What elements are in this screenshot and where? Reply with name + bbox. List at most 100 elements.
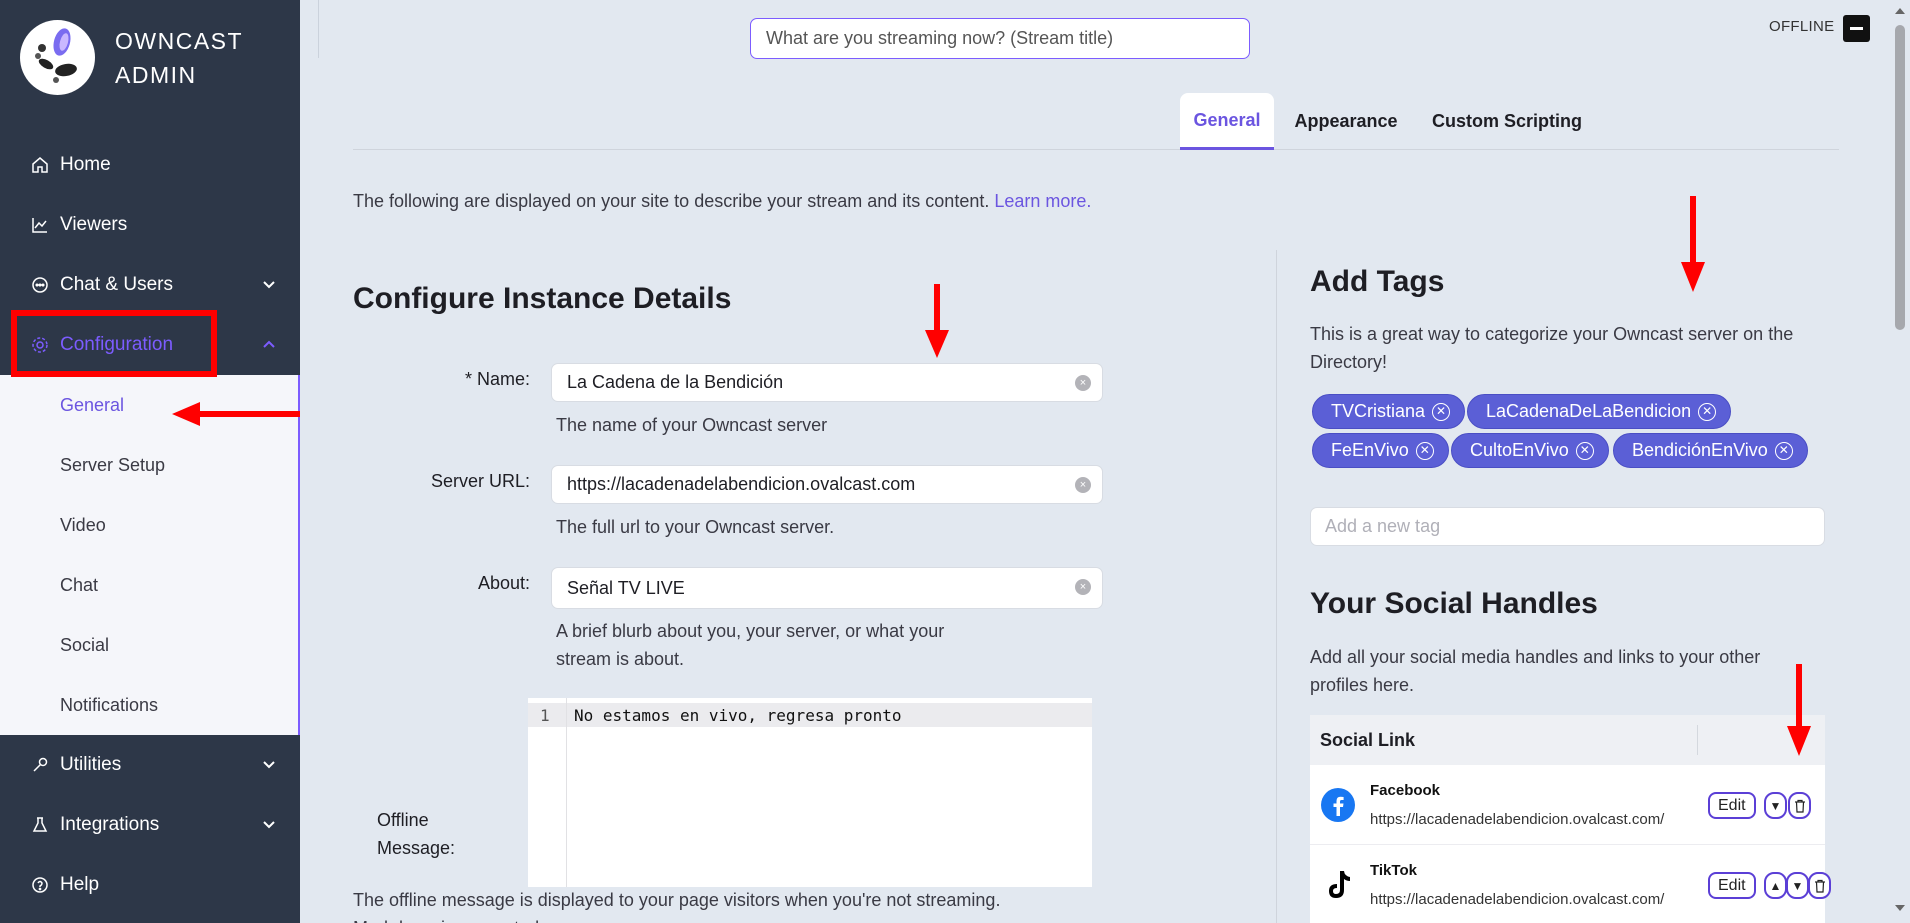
brand-line-1: OWNCAST xyxy=(115,27,244,54)
sidebar-item-chat-users[interactable]: Chat & Users xyxy=(0,255,300,315)
delete-button[interactable] xyxy=(1808,872,1831,899)
tab-appearance[interactable]: Appearance xyxy=(1283,93,1409,150)
scroll-up-icon[interactable] xyxy=(1895,8,1905,14)
move-up-button[interactable]: ▲ xyxy=(1764,872,1787,899)
offline-message-editor[interactable]: 1 No estamos en vivo, regresa pronto xyxy=(528,698,1092,887)
status-toggle-button[interactable] xyxy=(1843,15,1870,42)
submenu-item-social[interactable]: Social xyxy=(0,615,298,675)
sidebar-item-label: Viewers xyxy=(60,214,128,235)
tag-chip[interactable]: BendiciónEnVivo ✕ xyxy=(1613,433,1808,468)
home-icon xyxy=(30,155,50,175)
social-name: Facebook xyxy=(1370,782,1441,799)
sidebar-item-label: Integrations xyxy=(60,814,160,835)
offline-help: The offline message is displayed to your… xyxy=(353,886,1000,923)
clear-icon[interactable]: × xyxy=(1075,579,1091,595)
configuration-submenu: General Server Setup Video Chat Social N… xyxy=(0,375,300,735)
stream-title-input[interactable] xyxy=(750,18,1250,59)
sidebar-item-utilities[interactable]: Utilities xyxy=(0,735,300,795)
tag-label: FeEnVivo xyxy=(1331,440,1409,460)
sidebar-item-label: Help xyxy=(60,874,100,895)
sidebar-item-home[interactable]: Home xyxy=(0,135,300,195)
sidebar-item-integrations[interactable]: Integrations xyxy=(0,795,300,855)
submenu-label: Notifications xyxy=(60,694,159,715)
move-down-button[interactable]: ▼ xyxy=(1764,792,1787,819)
sidebar-item-viewers[interactable]: Viewers xyxy=(0,195,300,255)
scroll-down-icon[interactable] xyxy=(1895,905,1905,911)
tag-label: CultoEnVivo xyxy=(1470,440,1569,460)
move-down-button[interactable]: ▼ xyxy=(1786,872,1809,899)
tags-description: This is a great way to categorize your O… xyxy=(1310,320,1793,376)
social-description-line-2: profiles here. xyxy=(1310,675,1415,695)
main-content: OFFLINE General Appearance Custom Script… xyxy=(300,0,1905,923)
tag-chip[interactable]: LaCadenaDeLaBendicion ✕ xyxy=(1467,394,1732,429)
scrollbar-thumb[interactable] xyxy=(1895,25,1905,330)
tiktok-icon xyxy=(1329,871,1350,898)
add-tag-input[interactable] xyxy=(1310,507,1825,546)
tab-label: Appearance xyxy=(1294,111,1398,131)
social-url: https://lacadenadelabendicion.ovalcast.c… xyxy=(1370,811,1665,828)
tag-chip[interactable]: FeEnVivo ✕ xyxy=(1312,433,1449,468)
clear-icon[interactable]: × xyxy=(1075,375,1091,391)
annotation-highlight-box xyxy=(11,310,217,377)
submenu-item-server-setup[interactable]: Server Setup xyxy=(0,435,298,495)
about-value: Señal TV LIVE xyxy=(567,577,685,598)
about-field[interactable]: Señal TV LIVE × xyxy=(551,567,1103,609)
edit-button[interactable]: Edit xyxy=(1708,872,1756,899)
line-number: 1 xyxy=(540,706,550,725)
submenu-item-notifications[interactable]: Notifications xyxy=(0,675,298,735)
sidebar-item-label: Chat & Users xyxy=(60,274,173,295)
tab-general[interactable]: General xyxy=(1180,93,1274,150)
annotation-arrow-down xyxy=(925,284,949,358)
close-icon[interactable]: ✕ xyxy=(1774,441,1793,460)
facebook-icon xyxy=(1321,788,1355,822)
submenu-item-video[interactable]: Video xyxy=(0,495,298,555)
tag-chip[interactable]: CultoEnVivo ✕ xyxy=(1451,433,1609,468)
column-separator xyxy=(1697,725,1698,755)
sidebar-item-label: Utilities xyxy=(60,754,122,775)
close-icon[interactable]: ✕ xyxy=(1415,441,1434,460)
edit-button[interactable]: Edit xyxy=(1708,792,1756,819)
wrench-icon xyxy=(30,755,50,775)
server-url-help: The full url to your Owncast server. xyxy=(556,517,835,537)
submenu-label: General xyxy=(60,394,125,415)
learn-more-link[interactable]: Learn more. xyxy=(994,191,1091,211)
stream-status: OFFLINE xyxy=(1769,18,1835,35)
trash-icon xyxy=(1814,879,1825,893)
header-divider xyxy=(318,0,319,58)
line-number-gutter xyxy=(528,698,567,887)
offline-message-label: Offline Message: xyxy=(377,806,455,862)
tab-bar: General Appearance Custom Scripting xyxy=(353,93,1839,150)
server-url-field[interactable]: https://lacadenadelabendicion.ovalcast.c… xyxy=(551,465,1103,504)
name-field[interactable]: La Cadena de la Bendición × xyxy=(551,363,1103,402)
tab-label: General xyxy=(1193,109,1261,130)
chevron-up-icon xyxy=(263,340,275,348)
offline-label-line-1: Offline xyxy=(377,810,429,830)
tab-custom-scripting[interactable]: Custom Scripting xyxy=(1423,93,1591,150)
submenu-item-chat[interactable]: Chat xyxy=(0,555,298,615)
sidebar-item-label: Home xyxy=(60,154,111,175)
owncast-logo xyxy=(20,20,95,95)
brand[interactable]: OWNCAST ADMIN xyxy=(20,20,243,95)
scrollbar[interactable] xyxy=(1890,0,1910,923)
about-help-line-2: stream is about. xyxy=(556,649,685,669)
social-handles-heading: Your Social Handles xyxy=(1310,587,1598,620)
social-description: Add all your social media handles and li… xyxy=(1310,643,1760,699)
about-label: About: xyxy=(477,573,530,593)
sidebar-item-help[interactable]: Help xyxy=(0,855,300,915)
chevron-down-icon xyxy=(263,761,275,769)
annotation-arrow-down xyxy=(1787,664,1811,756)
social-url: https://lacadenadelabendicion.ovalcast.c… xyxy=(1370,891,1665,908)
delete-button[interactable] xyxy=(1788,792,1811,819)
flask-icon xyxy=(30,815,50,835)
offline-label-line-2: Message: xyxy=(377,838,456,858)
name-value: La Cadena de la Bendición xyxy=(567,372,784,392)
close-icon[interactable]: ✕ xyxy=(1575,441,1594,460)
server-url-label: Server URL: xyxy=(430,471,530,491)
trash-icon xyxy=(1794,799,1805,813)
close-icon[interactable]: ✕ xyxy=(1698,402,1717,421)
tag-chip[interactable]: TVCristiana ✕ xyxy=(1312,394,1466,429)
clear-icon[interactable]: × xyxy=(1075,477,1091,493)
table-row: TikTok https://lacadenadelabendicion.ova… xyxy=(1310,845,1831,923)
close-icon[interactable]: ✕ xyxy=(1432,402,1451,421)
submenu-label: Video xyxy=(60,514,106,535)
